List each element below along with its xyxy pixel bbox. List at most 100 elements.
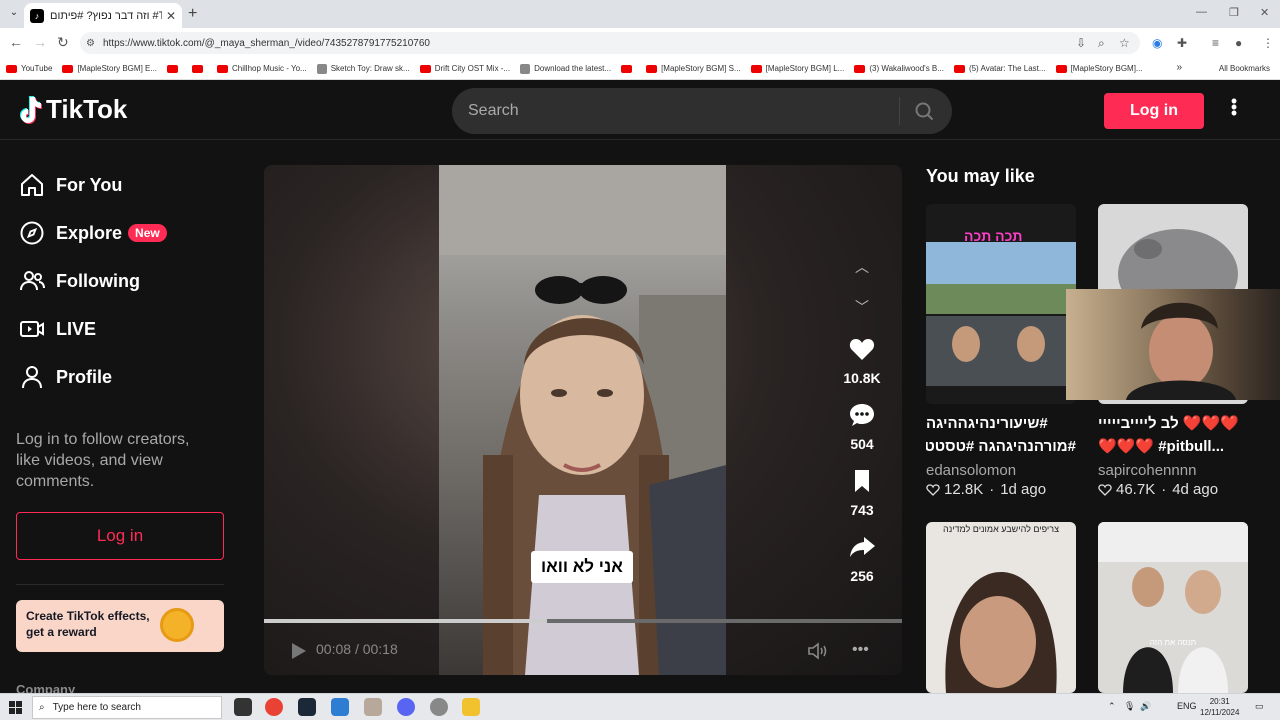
reload-icon[interactable]: ↻ [57,34,69,51]
minimize-icon[interactable]: — [1196,6,1207,18]
play-icon[interactable] [288,641,308,661]
more-icon[interactable]: ••• [852,641,869,659]
extension-icon[interactable]: ◉ [1152,36,1162,50]
install-icon[interactable]: ⇩ [1076,36,1086,50]
windows-start-icon[interactable] [9,701,22,714]
browser-tab[interactable]: ♪ וזה דבר נפוץ? #פיתום #TikTok | : ✕ [24,3,182,28]
bookmark-item[interactable]: YouTube [6,64,52,73]
next-video-icon[interactable]: ﹀ [844,287,880,327]
thumbnail-overlay-text: תנסה את הזה [1149,638,1197,647]
card-username[interactable]: sapircohennnn [1098,462,1248,479]
app-icon[interactable] [331,698,349,716]
card-dot: · [989,481,995,498]
more-options-icon[interactable]: • • • [1224,92,1244,122]
card-age: 4d ago [1172,481,1219,498]
bookmark-item[interactable] [621,64,636,73]
save-button[interactable]: 743 [838,467,886,518]
zoom-icon[interactable]: ⌕ [1098,36,1105,51]
card-thumbnail[interactable]: תכה תכה [926,204,1076,404]
search-input[interactable]: Search [452,88,952,134]
language-indicator[interactable]: ENG [1177,701,1197,711]
share-button[interactable]: 256 [838,533,886,584]
forward-icon[interactable]: → [33,34,47,50]
taskbar-clock[interactable]: 20:31 12/11/2024 [1200,696,1239,718]
bookmark-item[interactable] [167,64,182,73]
card-age: 1d ago [1000,481,1047,498]
share-icon [850,537,875,557]
taskbar-search-input[interactable]: ⌕ Type here to search [32,696,222,719]
search-icon[interactable] [914,101,934,121]
tiktok-logo[interactable]: TikTok [16,94,127,125]
recommended-card[interactable]: תכה תכה #שיעורינהיגההיגה #מורהנהיגהגה #ט… [926,204,1076,498]
video-player[interactable]: אני לא וואו ︿ ﹀ 00:08 / 00:18 ••• [264,165,902,675]
close-window-icon[interactable]: ✕ [1260,6,1269,19]
previous-video-icon[interactable]: ︿ [844,247,880,287]
sidebar-item-profile[interactable]: Profile [18,363,112,391]
youtube-icon [167,64,179,73]
bookmark-item[interactable]: (5) Avatar: The Last... [953,64,1046,73]
like-button[interactable]: 10.8K [838,335,886,386]
sidebar-item-live[interactable]: LIVE [18,315,96,343]
bookmark-item[interactable]: Drift City OST Mix -... [419,64,511,73]
thumbnail-overlay-text: צריפים להישבע אמונים למדינה [942,524,1059,534]
app-icon-2[interactable] [364,698,382,716]
new-tab-button[interactable]: + [188,5,197,23]
bookmark-label: Drift City OST Mix -... [434,64,511,73]
extensions-puzzle-icon[interactable]: ✚ [1177,36,1187,50]
bookmark-item[interactable]: (3) Wakaliwood's B... [854,64,944,73]
bookmark-item[interactable]: [MapleStory BGM] L... [750,64,844,73]
app-icon-3[interactable] [430,698,448,716]
card-username[interactable]: edansolomon [926,462,1076,479]
bookmark-icon [855,470,869,492]
sidebar-item-label: For You [56,174,123,195]
bookmark-item[interactable]: Chillhop Music - Yo... [217,64,307,73]
tab-search-button[interactable]: ⌄ [6,5,22,21]
tray-expand-icon[interactable]: ⌃ [1108,701,1116,712]
sidebar-item-for-you[interactable]: For You [18,171,122,199]
chrome-icon[interactable] [265,698,283,716]
reading-list-icon[interactable]: ≡ [1212,36,1219,50]
header-login-button[interactable]: Log in [1104,93,1204,129]
profile-avatar-icon[interactable]: ● [1235,36,1242,50]
bookmark-item[interactable]: [MapleStory BGM]... [1055,64,1143,73]
file-explorer-icon[interactable] [462,698,480,716]
logo-text: TikTok [46,94,128,124]
back-icon[interactable]: ← [9,34,23,50]
bookmark-item[interactable]: [MapleStory BGM] E... [62,64,157,73]
all-bookmarks-button[interactable]: All Bookmarks [1219,64,1270,73]
video-frame[interactable]: אני לא וואו [439,165,726,675]
discord-icon[interactable] [397,698,415,716]
bookmark-item[interactable]: [MapleStory BGM] S... [646,64,741,73]
card-thumbnail[interactable]: תנסה את הזה [1098,522,1248,693]
more-bookmarks-button[interactable]: » [1176,62,1182,73]
url-field[interactable]: ⚙ https://www.tiktok.com/@_maya_sherman_… [80,32,1140,54]
sidebar-login-button[interactable]: Log in [16,512,224,560]
taskview-icon[interactable] [234,698,252,716]
steam-icon[interactable] [298,698,316,716]
progress-bar[interactable] [264,619,902,623]
comment-button[interactable]: 504 [838,401,886,452]
mic-icon[interactable]: 🎙 [1124,701,1135,712]
bookmark-star-icon[interactable]: ☆ [1119,36,1130,50]
bookmark-item[interactable] [192,64,207,73]
speaker-icon[interactable]: 🔊 [1140,701,1151,712]
bookmark-item[interactable]: Download the latest... [520,63,611,74]
coin-icon [160,608,194,642]
recommended-card[interactable]: צריפים להישבע אמונים למדינה [926,522,1076,693]
restore-icon[interactable]: ❐ [1229,6,1239,19]
chrome-menu-icon[interactable]: ⋮ [1262,36,1274,50]
sidebar-item-explore[interactable]: Explore New [18,219,167,247]
card-thumbnail[interactable]: צריפים להישבע אמונים למדינה [926,522,1076,693]
create-effects-banner[interactable]: Create TikTok effects, get a reward [16,600,224,652]
recommended-card[interactable]: תנסה את הזה [1098,522,1248,693]
sidebar-item-label: Explore [56,222,123,243]
users-icon [20,271,45,291]
sidebar-item-label: Profile [56,366,113,387]
sidebar-item-following[interactable]: Following [18,267,140,295]
site-info-icon[interactable]: ⚙ [86,38,95,49]
notifications-icon[interactable]: ▭ [1255,701,1264,712]
volume-icon[interactable] [806,639,830,663]
thumbnail-image [926,522,1076,693]
close-tab-icon[interactable]: ✕ [166,9,176,23]
bookmark-item[interactable]: Sketch Toy: Draw sk... [316,63,410,74]
